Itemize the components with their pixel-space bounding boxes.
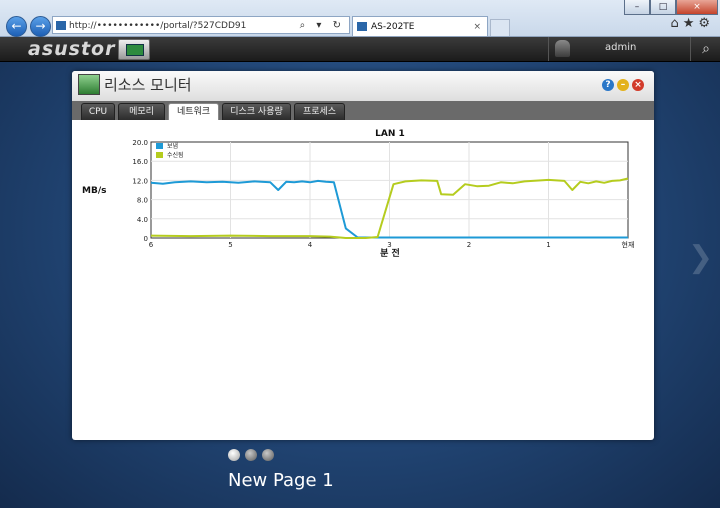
tab-favicon-icon: [357, 22, 367, 31]
page-dot-1[interactable]: [228, 449, 240, 461]
window-buttons: ? – ×: [602, 79, 644, 91]
resource-monitor-icon: [78, 74, 100, 95]
tab-close-icon[interactable]: ×: [473, 17, 481, 37]
address-bar-icons[interactable]: ⌕ ▾ ↻: [300, 17, 345, 35]
y-tick-label: 20.0: [132, 139, 148, 147]
maximize-window-button[interactable]: □: [650, 0, 676, 15]
chart-title: LAN 1: [375, 129, 405, 139]
window-titlebar[interactable]: 리소스 모니터 ? – ×: [72, 71, 654, 101]
x-tick-label: 6: [149, 241, 154, 249]
tab-bar: CPU 메모리 네트워크 디스크 사용량 프로세스: [72, 101, 654, 120]
user-name: admin: [605, 42, 637, 53]
tab-processes[interactable]: 프로세스: [294, 103, 345, 120]
x-tick-label: 5: [228, 241, 232, 249]
user-avatar-icon: [555, 40, 570, 57]
x-tick-label: 2: [467, 241, 471, 249]
y-axis-label: MB/s: [82, 186, 106, 196]
y-tick-label: 4.0: [137, 216, 148, 224]
legend-swatch: [156, 143, 163, 149]
tab-disk-usage[interactable]: 디스크 사용량: [222, 103, 291, 120]
close-window-button[interactable]: ×: [676, 0, 718, 15]
y-tick-label: 12.0: [132, 177, 148, 185]
x-tick-label: 3: [387, 241, 391, 249]
tab-cpu[interactable]: CPU: [81, 103, 115, 120]
window-title: 리소스 모니터: [104, 76, 192, 94]
y-tick-label: 16.0: [132, 158, 148, 166]
legend-swatch: [156, 152, 163, 158]
legend-label: 수신됨: [167, 151, 184, 159]
next-page-arrow-icon[interactable]: ❯: [688, 240, 713, 275]
minimize-button[interactable]: –: [617, 79, 629, 91]
y-tick-label: 8.0: [137, 197, 148, 205]
minimize-window-button[interactable]: –: [624, 0, 650, 15]
app-header: asustor admin ⌕: [0, 37, 720, 62]
page-dot-2[interactable]: [245, 449, 257, 461]
y-tick-label: 0: [144, 235, 148, 243]
resource-monitor-app-button[interactable]: [118, 39, 150, 60]
x-tick-label: 현재: [622, 241, 635, 249]
resource-monitor-window: 리소스 모니터 ? – × CPU 메모리 네트워크 디스크 사용량 프로세스 …: [72, 71, 654, 440]
page-label: New Page 1: [228, 470, 334, 491]
asustor-logo: asustor: [28, 38, 116, 60]
help-button[interactable]: ?: [602, 79, 614, 91]
close-button[interactable]: ×: [632, 79, 644, 91]
network-chart: LAN 1 MB/s 분 전 04.08.012.016.020.06 5 4 3 2 1…: [82, 129, 635, 259]
back-button[interactable]: ←: [6, 16, 27, 37]
x-tick-label: 1: [546, 241, 550, 249]
new-tab-button[interactable]: [490, 19, 510, 36]
window-controls: – □ ×: [624, 0, 718, 15]
x-tick-label: 4: [308, 241, 313, 249]
address-bar[interactable]: http://••••••••••••/portal/?527CDD91 ⌕ ▾…: [52, 16, 350, 34]
legend-label: 보냄: [167, 142, 178, 150]
user-menu[interactable]: admin: [548, 37, 691, 61]
browser-toolbar: – □ × ← → http://••••••••••••/portal/?52…: [0, 0, 720, 37]
site-favicon-icon: [56, 21, 66, 30]
forward-button[interactable]: →: [30, 16, 51, 37]
browser-tab[interactable]: AS-202TE ×: [352, 16, 488, 36]
monitor-icon: [126, 44, 144, 56]
tab-network[interactable]: 네트워크: [168, 103, 219, 120]
page-dot-3[interactable]: [262, 449, 274, 461]
browser-tools-icons[interactable]: ⌂★⚙: [670, 16, 714, 31]
search-icon[interactable]: ⌕: [690, 37, 720, 61]
address-text: http://••••••••••••/portal/?527CDD91: [69, 21, 247, 31]
tab-memory[interactable]: 메모리: [118, 103, 165, 120]
browser-tab-title: AS-202TE: [371, 22, 415, 32]
